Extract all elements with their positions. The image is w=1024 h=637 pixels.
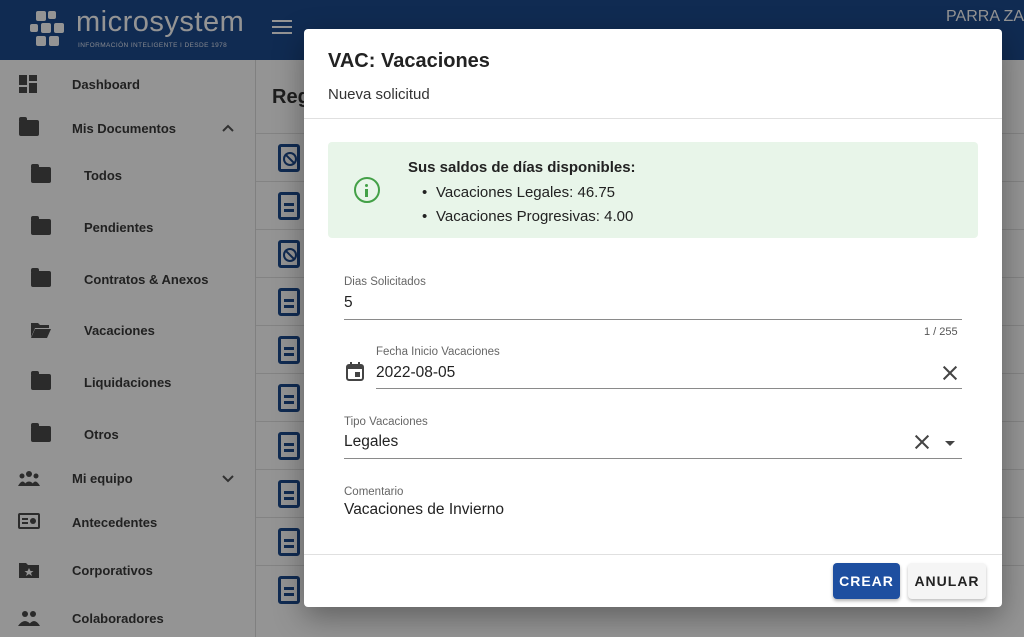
dialog-title: VAC: Vacaciones [328, 50, 490, 72]
tipo-underline [344, 458, 962, 459]
comentario-label: Comentario [344, 486, 404, 498]
dias-field[interactable]: 5 [344, 294, 353, 312]
create-button[interactable]: CREAR [833, 563, 900, 599]
calendar-icon[interactable] [345, 362, 365, 387]
char-counter: 1 / 255 [924, 326, 958, 338]
clear-icon[interactable] [915, 435, 929, 449]
divider [304, 118, 1002, 119]
info-icon [354, 177, 380, 203]
alert-title: Sus saldos de días disponibles: [408, 159, 636, 176]
dias-label: Dias Solicitados [344, 276, 426, 288]
dias-underline [344, 319, 962, 320]
tipo-select[interactable]: Legales [344, 433, 398, 451]
new-request-dialog: VAC: Vacaciones Nueva solicitud Sus sald… [304, 29, 1002, 607]
fecha-field[interactable]: 2022-08-05 [376, 364, 455, 382]
dialog-subtitle: Nueva solicitud [328, 86, 430, 103]
list-item: Vacaciones Progresivas: 4.00 [422, 205, 633, 229]
chevron-down-icon[interactable] [945, 441, 955, 446]
balance-alert: Sus saldos de días disponibles: Vacacion… [328, 142, 978, 238]
fecha-label: Fecha Inicio Vacaciones [376, 346, 500, 358]
cancel-button[interactable]: ANULAR [908, 563, 986, 599]
tipo-label: Tipo Vacaciones [344, 416, 428, 428]
divider [304, 554, 1002, 555]
clear-icon[interactable] [943, 366, 957, 380]
list-item: Vacaciones Legales: 46.75 [422, 181, 633, 205]
comentario-field[interactable]: Vacaciones de Invierno [344, 501, 504, 519]
fecha-underline [376, 388, 962, 389]
alert-list: Vacaciones Legales: 46.75 Vacaciones Pro… [422, 181, 633, 229]
